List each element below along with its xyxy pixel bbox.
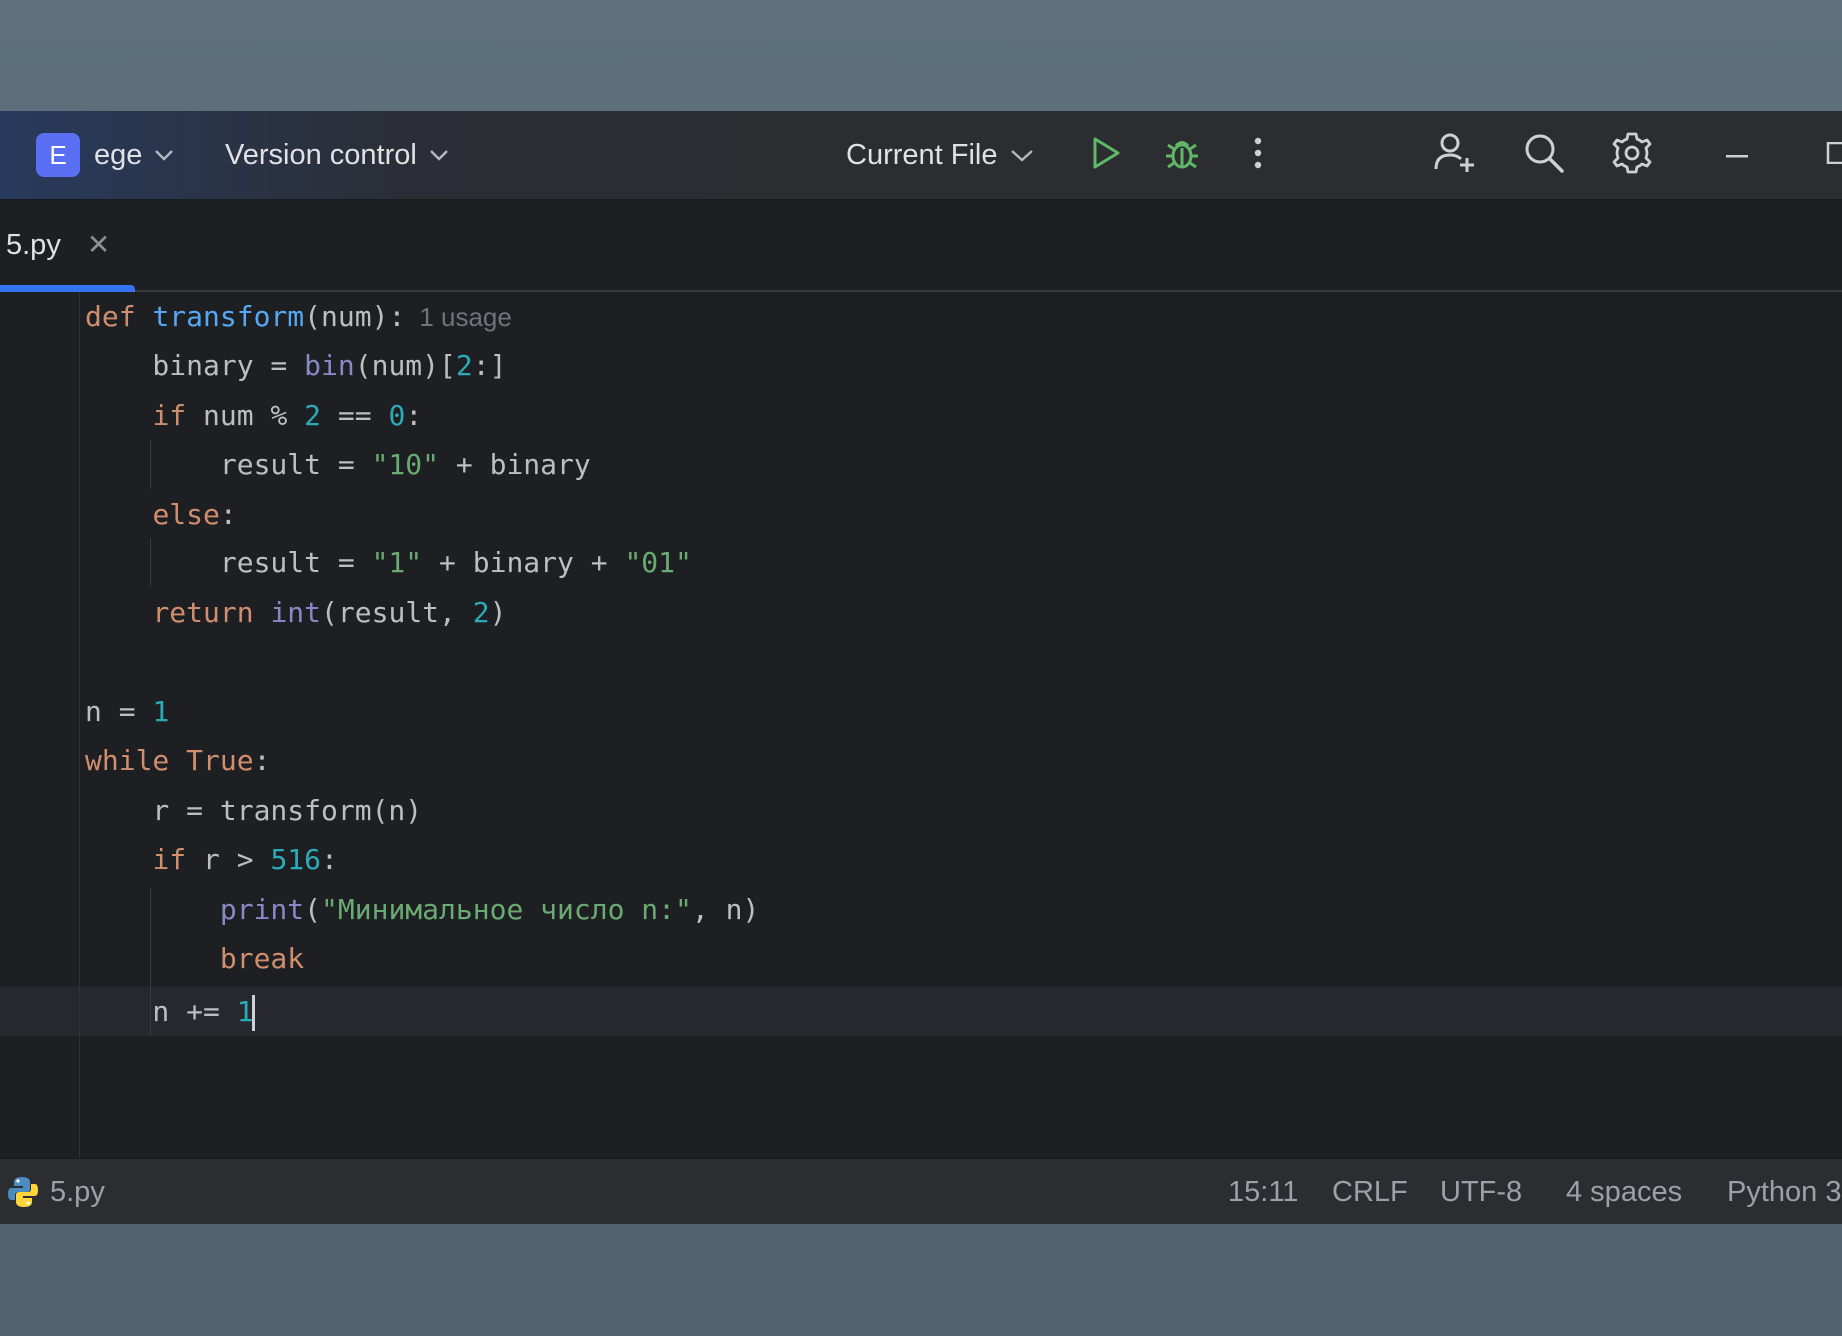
project-widget[interactable]: E ege xyxy=(36,111,174,199)
search-icon xyxy=(1523,132,1565,179)
status-interpreter[interactable]: Python 3 xyxy=(1727,1159,1841,1224)
code-line-11: r = transform(n) xyxy=(85,794,423,827)
status-indent[interactable]: 4 spaces xyxy=(1566,1159,1682,1224)
close-icon[interactable]: ✕ xyxy=(87,231,110,259)
status-bar: 5.py 15:11 CRLF UTF-8 4 spaces Python 3 xyxy=(0,1158,1842,1224)
code-editor[interactable]: def transform(num): 1 usage binary = bin(… xyxy=(0,292,1842,1158)
chevron-down-icon xyxy=(429,148,449,162)
search-button[interactable] xyxy=(1520,111,1568,199)
text-caret xyxy=(251,995,255,1031)
tab-label: 5.py xyxy=(6,228,61,261)
status-file-label: 5.py xyxy=(50,1175,105,1208)
status-file[interactable]: 5.py xyxy=(6,1159,105,1224)
usage-hint[interactable]: 1 usage xyxy=(419,302,512,332)
gutter-separator xyxy=(79,292,80,1158)
code-line-3: if num % 2 == 0: xyxy=(152,399,423,432)
vcs-label: Version control xyxy=(225,138,417,171)
python-icon xyxy=(6,1175,40,1209)
gear-icon xyxy=(1610,131,1654,180)
code-line-7: return int(result, 2) xyxy=(152,596,507,629)
minimize-icon xyxy=(1726,146,1750,164)
chevron-down-icon xyxy=(1010,148,1034,162)
code-line-10: while True: xyxy=(85,744,271,777)
maximize-icon xyxy=(1826,141,1842,169)
current-line-highlight xyxy=(0,987,1842,1036)
status-line-ending[interactable]: CRLF xyxy=(1332,1159,1408,1224)
chevron-down-icon xyxy=(154,148,174,162)
maximize-button[interactable] xyxy=(1826,111,1842,199)
code-line-5: else: xyxy=(152,498,237,531)
project-badge: E xyxy=(36,133,80,177)
run-config-selector[interactable]: Current File xyxy=(846,111,1034,199)
code-line-9: n = 1 xyxy=(85,695,170,728)
settings-button[interactable] xyxy=(1608,111,1656,199)
run-button[interactable] xyxy=(1086,111,1126,199)
code-with-me-button[interactable] xyxy=(1430,111,1480,199)
code-line-15: n += 1 xyxy=(85,987,255,1036)
run-config-label: Current File xyxy=(846,138,998,171)
bug-icon xyxy=(1163,134,1201,177)
active-tab-indicator xyxy=(0,285,135,292)
status-encoding[interactable]: UTF-8 xyxy=(1440,1159,1522,1224)
debug-button[interactable] xyxy=(1160,111,1204,199)
editor-tab-bar: 5.py ✕ xyxy=(0,200,1842,292)
code-line-6: result = "1" + binary + "01" xyxy=(85,546,692,579)
tab-5-py[interactable]: 5.py ✕ xyxy=(0,200,135,292)
vcs-widget[interactable]: Version control xyxy=(225,111,449,199)
code-line-1: def transform(num): 1 usage xyxy=(85,300,512,333)
code-line-14: break xyxy=(219,942,305,975)
add-user-icon xyxy=(1433,131,1477,180)
ide-window: E ege Version control Current File 5.py … xyxy=(0,111,1842,1224)
minimize-button[interactable] xyxy=(1718,111,1758,199)
code-line-13: print("Минимальное число n:", n) xyxy=(219,893,760,926)
code-line-4: result = "10" + binary xyxy=(85,448,591,481)
code-line-12: if r > 516: xyxy=(152,843,338,876)
status-caret-position[interactable]: 15:11 xyxy=(1228,1159,1298,1224)
project-name: ege xyxy=(94,138,143,171)
title-bar: E ege Version control Current File xyxy=(0,111,1842,200)
vertical-dots-icon xyxy=(1253,136,1263,175)
more-actions-button[interactable] xyxy=(1240,111,1276,199)
code-line-2: binary = bin(num)[2:] xyxy=(85,349,507,382)
play-icon xyxy=(1090,136,1122,175)
